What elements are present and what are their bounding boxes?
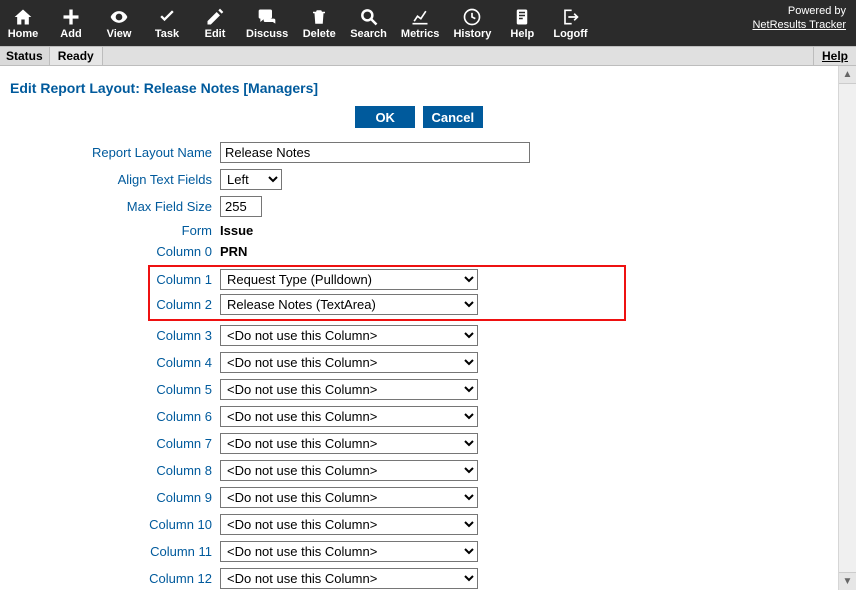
view-icon xyxy=(107,6,131,28)
toolbar-delete[interactable]: Delete xyxy=(302,6,336,40)
col0-value: PRN xyxy=(220,244,247,259)
col11-select[interactable]: <Do not use this Column> xyxy=(220,541,478,562)
col7-select[interactable]: <Do not use this Column> xyxy=(220,433,478,454)
toolbar-history[interactable]: History xyxy=(453,6,491,40)
logoff-icon xyxy=(560,6,580,28)
top-toolbar: Home Add View Task Edit Discuss Delete Search Me… xyxy=(0,0,856,46)
toolbar-label: Help xyxy=(510,28,534,40)
task-icon xyxy=(156,6,178,28)
col8-label: Column 8 xyxy=(10,463,220,478)
cancel-button[interactable]: Cancel xyxy=(423,106,483,128)
toolbar-label: Task xyxy=(155,28,179,40)
col2-select[interactable]: Release Notes (TextArea) xyxy=(220,294,478,315)
toolbar-task[interactable]: Task xyxy=(150,6,184,40)
col12-label: Column 12 xyxy=(10,571,220,586)
max-size-input[interactable] xyxy=(220,196,262,217)
add-icon xyxy=(61,6,81,28)
toolbar-label: Search xyxy=(350,28,387,40)
status-label: Status xyxy=(0,47,50,65)
toolbar-help[interactable]: Help xyxy=(505,6,539,40)
brand-link[interactable]: NetResults Tracker xyxy=(752,19,846,31)
col3-label: Column 3 xyxy=(10,328,220,343)
highlighted-columns: Column 1 Request Type (Pulldown) Column … xyxy=(148,265,626,321)
form-label: Form xyxy=(10,223,220,238)
vertical-scrollbar[interactable]: ▲ ▼ xyxy=(838,66,856,590)
col4-select[interactable]: <Do not use this Column> xyxy=(220,352,478,373)
col11-label: Column 11 xyxy=(10,544,220,559)
toolbar-label: Home xyxy=(8,28,39,40)
toolbar-label: Metrics xyxy=(401,28,440,40)
scroll-down-icon[interactable]: ▼ xyxy=(839,572,856,590)
toolbar-edit[interactable]: Edit xyxy=(198,6,232,40)
status-help-link[interactable]: Help xyxy=(813,47,856,65)
toolbar-label: Delete xyxy=(303,28,336,40)
help-icon xyxy=(513,6,531,28)
search-icon xyxy=(359,6,379,28)
col8-select[interactable]: <Do not use this Column> xyxy=(220,460,478,481)
toolbar-add[interactable]: Add xyxy=(54,6,88,40)
edit-icon xyxy=(205,6,225,28)
col5-select[interactable]: <Do not use this Column> xyxy=(220,379,478,400)
toolbar-search[interactable]: Search xyxy=(350,6,387,40)
col10-label: Column 10 xyxy=(10,517,220,532)
col6-select[interactable]: <Do not use this Column> xyxy=(220,406,478,427)
layout-name-label: Report Layout Name xyxy=(10,145,220,160)
toolbar-label: Logoff xyxy=(553,28,587,40)
col1-select[interactable]: Request Type (Pulldown) xyxy=(220,269,478,290)
status-bar: Status Ready Help xyxy=(0,46,856,66)
toolbar-label: History xyxy=(453,28,491,40)
powered-by: Powered by NetResults Tracker xyxy=(752,4,846,33)
max-size-label: Max Field Size xyxy=(10,199,220,214)
align-select[interactable]: Left xyxy=(220,169,282,190)
content-area: Edit Report Layout: Release Notes [Manag… xyxy=(0,66,838,590)
col5-label: Column 5 xyxy=(10,382,220,397)
toolbar-label: View xyxy=(107,28,132,40)
col1-label: Column 1 xyxy=(150,272,220,287)
toolbar-discuss[interactable]: Discuss xyxy=(246,6,288,40)
home-icon xyxy=(12,6,34,28)
toolbar-label: Add xyxy=(60,28,81,40)
status-ready: Ready xyxy=(50,47,103,65)
col10-select[interactable]: <Do not use this Column> xyxy=(220,514,478,535)
col9-select[interactable]: <Do not use this Column> xyxy=(220,487,478,508)
discuss-icon xyxy=(256,6,278,28)
col12-select[interactable]: <Do not use this Column> xyxy=(220,568,478,589)
col9-label: Column 9 xyxy=(10,490,220,505)
align-label: Align Text Fields xyxy=(10,172,220,187)
powered-by-text: Powered by xyxy=(788,5,846,17)
col6-label: Column 6 xyxy=(10,409,220,424)
page-title: Edit Report Layout: Release Notes [Manag… xyxy=(10,80,828,96)
col4-label: Column 4 xyxy=(10,355,220,370)
metrics-icon xyxy=(409,6,431,28)
delete-icon xyxy=(310,6,328,28)
col7-label: Column 7 xyxy=(10,436,220,451)
toolbar-metrics[interactable]: Metrics xyxy=(401,6,440,40)
scroll-up-icon[interactable]: ▲ xyxy=(839,66,856,84)
toolbar-view[interactable]: View xyxy=(102,6,136,40)
col0-label: Column 0 xyxy=(10,244,220,259)
ok-button[interactable]: OK xyxy=(355,106,415,128)
col3-select[interactable]: <Do not use this Column> xyxy=(220,325,478,346)
history-icon xyxy=(462,6,482,28)
toolbar-label: Edit xyxy=(205,28,226,40)
layout-name-input[interactable] xyxy=(220,142,530,163)
toolbar-label: Discuss xyxy=(246,28,288,40)
toolbar-home[interactable]: Home xyxy=(6,6,40,40)
col2-label: Column 2 xyxy=(150,297,220,312)
toolbar-logoff[interactable]: Logoff xyxy=(553,6,587,40)
form-value: Issue xyxy=(220,223,253,238)
